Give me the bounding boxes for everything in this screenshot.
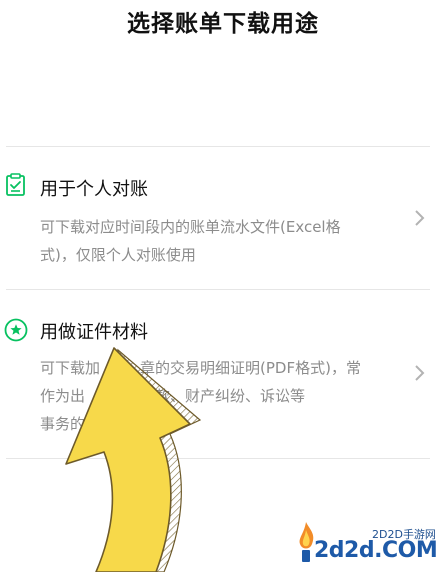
option-description: 可下载加 章的交易明细证明(PDF格式)，常 作为出 行贷款、财产纠纷、诉讼等 事务… [40,359,361,433]
star-badge-icon [4,318,28,342]
chevron-right-icon [415,365,425,381]
page-title: 选择账单下载用途 [127,11,319,37]
option-personal-reconcile[interactable]: 用于个人对账 可下载对应时间段内的账单流水文件(Excel格 式)，仅限个人对账… [0,147,446,289]
watermark-main: 2d2d.COM [314,538,438,563]
divider-bottom [6,458,430,459]
checklist-icon [6,173,25,196]
option-title: 用做证件材料 [40,322,148,343]
option-certificate-material[interactable]: 用做证件材料 可下载加 章的交易明细证明(PDF格式)，常 作为出 行贷款、财产纠纷… [0,290,446,458]
watermark-logo: 2D2D手游网 2d2d.COM [286,516,446,572]
option-title: 用于个人对账 [40,179,148,200]
option-description: 可下载对应时间段内的账单流水文件(Excel格 式)，仅限个人对账使用 [40,218,341,264]
chevron-right-icon [415,210,425,226]
